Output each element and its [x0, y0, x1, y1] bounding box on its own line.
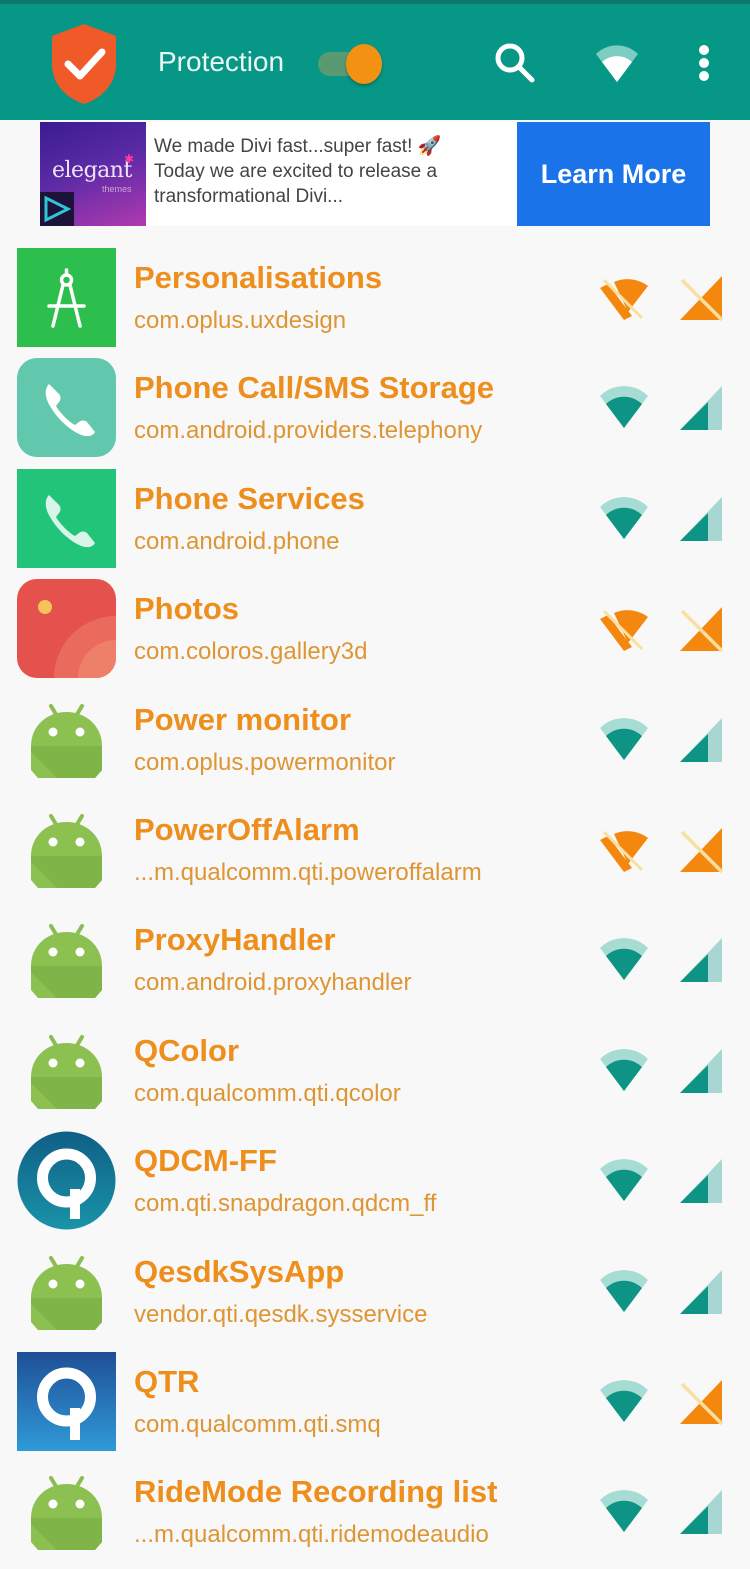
app-package: com.qti.snapdragon.qdcm_ff	[134, 1190, 437, 1218]
android-icon	[31, 1034, 102, 1109]
android-icon	[31, 814, 102, 888]
wifi-allowed-icon[interactable]	[598, 1378, 650, 1426]
shield-check-icon	[52, 24, 116, 104]
wifi-blocked-icon[interactable]	[598, 274, 650, 322]
compass-drafting-icon	[17, 248, 116, 347]
app-name: Phone Services	[134, 480, 365, 516]
wifi-blocked-icon[interactable]	[598, 605, 650, 653]
app-package: com.qualcomm.qti.qcolor	[134, 1079, 401, 1107]
mobile-data-blocked-icon[interactable]	[676, 274, 728, 322]
app-list-item[interactable]: QDCM-FF com.qti.snapdragon.qdcm_ff	[0, 1121, 750, 1231]
app-list-item[interactable]: Personalisations com.oplus.uxdesign	[0, 238, 750, 348]
app-list-item[interactable]: ProxyHandler com.android.proxyhandler	[0, 900, 750, 1010]
ad-text: We made Divi fast...super fast! 🚀 Today …	[154, 136, 442, 207]
app-name: QTR	[134, 1364, 200, 1399]
phone-icon-green	[17, 468, 116, 568]
wifi-blocked-icon[interactable]	[598, 826, 650, 874]
app-name: Photos	[134, 591, 240, 627]
app-name: QDCM-FF	[134, 1143, 277, 1179]
mobile-data-allowed-icon[interactable]	[676, 1268, 728, 1316]
protection-toggle[interactable]	[316, 42, 386, 84]
ad-brand-logo: elegant ✱ themes	[40, 122, 146, 226]
more-vert-icon[interactable]	[684, 40, 724, 86]
mobile-data-allowed-icon[interactable]	[676, 1047, 728, 1095]
android-icon	[31, 924, 102, 999]
android-icon	[31, 1255, 102, 1330]
app-package: com.android.phone	[134, 527, 340, 555]
wifi-allowed-icon[interactable]	[598, 1488, 650, 1536]
app-package: com.qualcomm.qti.smq	[134, 1411, 381, 1438]
ad-play-icon	[40, 192, 74, 226]
app-name: Personalisations	[134, 260, 383, 295]
app-package: com.android.proxyhandler	[134, 969, 412, 997]
app-name: QColor	[134, 1032, 240, 1068]
ad-banner[interactable]: elegant ✱ themes We made Divi fast...sup…	[40, 122, 710, 226]
app-list-item[interactable]: Photos com.coloros.gallery3d	[0, 569, 750, 679]
mobile-data-allowed-icon[interactable]	[676, 384, 728, 432]
app-list-item[interactable]: Power monitor com.oplus.powermonitor	[0, 680, 750, 790]
app-title: Protection	[158, 46, 285, 77]
wifi-allowed-icon[interactable]	[598, 936, 650, 984]
app-name: Power monitor	[134, 701, 352, 737]
app-package: com.android.providers.telephony	[134, 417, 483, 445]
app-package: ...m.qualcomm.qti.ridemodeaudio	[134, 1521, 489, 1549]
android-icon	[31, 1476, 102, 1551]
app-name: RideMode Recording list	[134, 1474, 498, 1510]
app-name: ProxyHandler	[134, 922, 336, 958]
app-name: PowerOffAlarm	[134, 812, 360, 847]
app-list-item[interactable]: QColor com.qualcomm.qti.qcolor	[0, 1011, 750, 1121]
wifi-allowed-icon[interactable]	[598, 1157, 650, 1205]
mobile-data-allowed-icon[interactable]	[676, 495, 728, 543]
mobile-data-allowed-icon[interactable]	[676, 716, 728, 764]
wifi-allowed-icon[interactable]	[598, 495, 650, 543]
wifi-allowed-icon[interactable]	[598, 384, 650, 432]
ad-logo-text: elegant	[52, 158, 132, 183]
android-icon	[31, 703, 102, 778]
star-icon: ✱	[124, 152, 135, 166]
app-list-item[interactable]: RideMode Recording list ...m.qualcomm.qti…	[0, 1452, 750, 1562]
app-list-item[interactable]: QTR com.qualcomm.qti.smq	[0, 1342, 750, 1452]
photos-icon	[17, 579, 116, 679]
mobile-data-blocked-icon[interactable]	[676, 1378, 728, 1426]
app-list-item[interactable]: Phone Services com.android.phone	[0, 459, 750, 569]
mobile-data-allowed-icon[interactable]	[676, 1488, 728, 1536]
mobile-data-allowed-icon[interactable]	[676, 936, 728, 984]
qualcomm-square-icon	[17, 1352, 116, 1451]
wifi-allowed-icon[interactable]	[598, 1268, 650, 1316]
qualcomm-round-icon	[17, 1131, 116, 1230]
app-name: Phone Call/SMS Storage	[134, 370, 495, 406]
mobile-data-allowed-icon[interactable]	[676, 1157, 728, 1205]
phone-icon-teal	[17, 358, 116, 458]
ad-logo-subtext: themes	[102, 184, 132, 194]
app-package: com.oplus.uxdesign	[134, 307, 347, 334]
mobile-data-blocked-icon[interactable]	[676, 605, 728, 653]
app-package: com.oplus.powermonitor	[134, 748, 396, 776]
mobile-data-blocked-icon[interactable]	[676, 826, 728, 874]
wifi-allowed-icon[interactable]	[598, 1047, 650, 1095]
search-icon[interactable]	[492, 40, 538, 86]
wifi-allowed-icon[interactable]	[598, 716, 650, 764]
app-package: com.coloros.gallery3d	[134, 638, 368, 666]
app-list-item[interactable]: QesdkSysApp vendor.qti.qesdk.sysservice	[0, 1232, 750, 1342]
app-bar: Protection	[0, 4, 750, 120]
toggle-thumb	[346, 44, 382, 84]
app-list-item[interactable]: Phone Call/SMS Storage com.android.provid…	[0, 348, 750, 458]
app-name: QesdkSysApp	[134, 1253, 345, 1289]
app-list-item[interactable]: PowerOffAlarm ...m.qualcomm.qti.poweroffa…	[0, 790, 750, 900]
app-package: ...m.qualcomm.qti.poweroffalarm	[134, 859, 482, 886]
app-package: vendor.qti.qesdk.sysservice	[134, 1300, 428, 1328]
learn-more-button[interactable]: Learn More	[517, 122, 710, 226]
wifi-icon[interactable]	[594, 40, 640, 86]
